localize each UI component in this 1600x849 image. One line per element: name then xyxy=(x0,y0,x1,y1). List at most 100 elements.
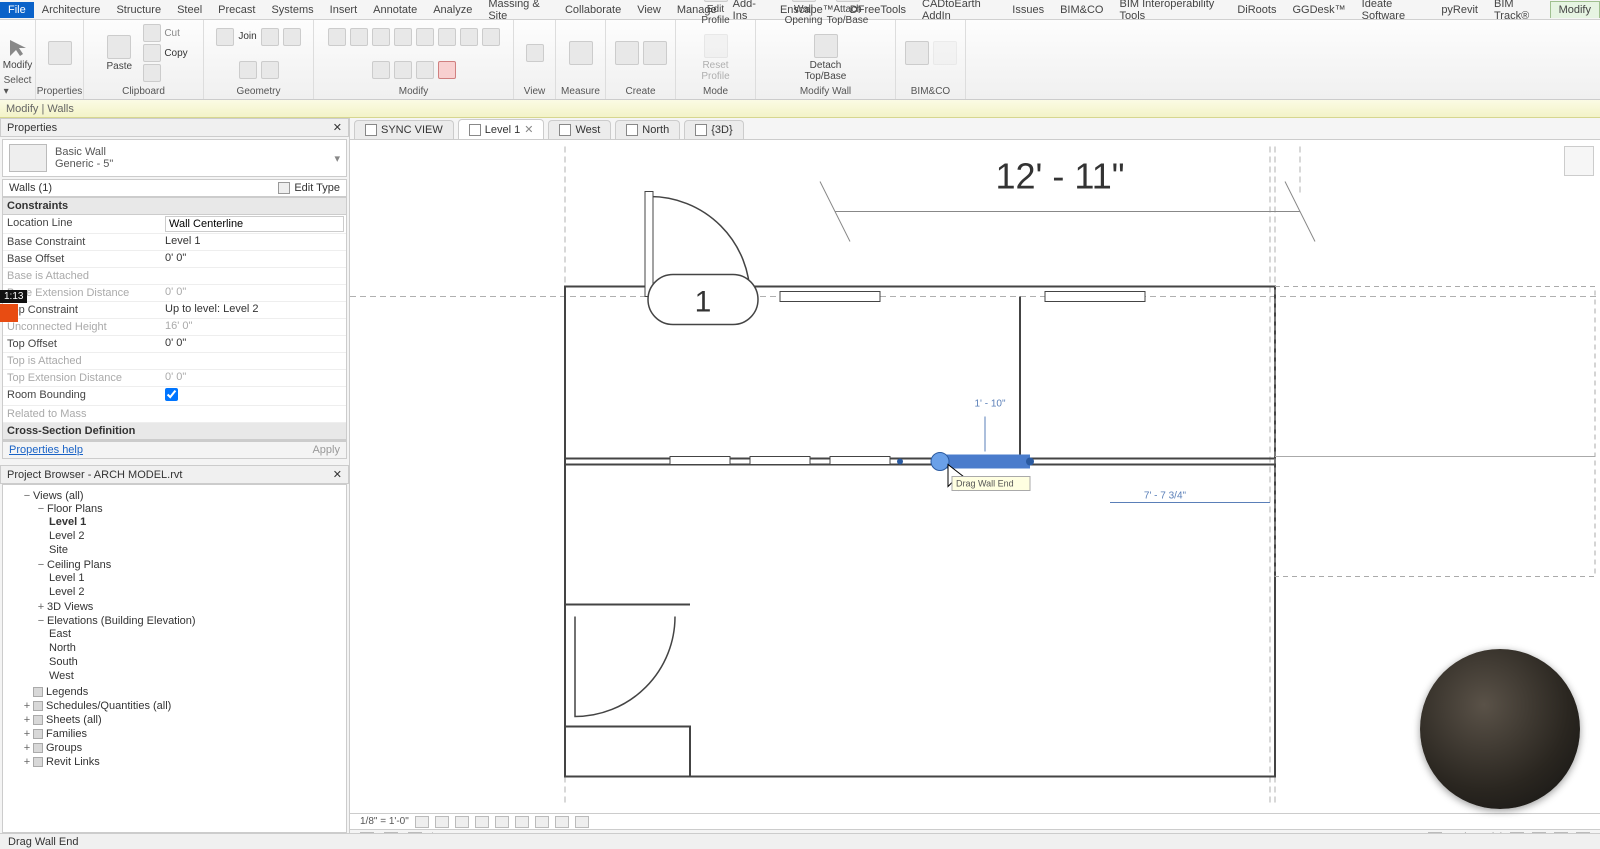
tab-collaborate[interactable]: Collaborate xyxy=(557,2,629,18)
tab-structure[interactable]: Structure xyxy=(108,2,169,18)
tab-systems[interactable]: Systems xyxy=(263,2,321,18)
base-offset-value[interactable]: 0' 0" xyxy=(163,251,346,267)
tree-revit-links[interactable]: Revit Links xyxy=(46,756,100,768)
tab-analyze[interactable]: Analyze xyxy=(425,2,480,18)
rotate-icon[interactable] xyxy=(350,28,368,46)
view-tab-3d[interactable]: {3D} xyxy=(684,120,743,139)
wall-end-grip-left[interactable] xyxy=(931,453,949,471)
project-browser-close-icon[interactable]: ✕ xyxy=(333,468,342,481)
tab-bimtrack[interactable]: BIM Track® xyxy=(1486,0,1550,24)
cut-icon[interactable] xyxy=(143,24,161,42)
tree-east[interactable]: East xyxy=(49,627,342,641)
tree-groups[interactable]: Groups xyxy=(46,742,82,754)
geom2-icon[interactable] xyxy=(283,28,301,46)
group-cross-section[interactable]: Cross-Section Definition xyxy=(3,423,346,440)
tab-precast[interactable]: Precast xyxy=(210,2,263,18)
tree-cp-level1[interactable]: Level 1 xyxy=(49,571,342,585)
mirror-icon[interactable] xyxy=(372,28,390,46)
tab-steel[interactable]: Steel xyxy=(169,2,210,18)
shadows-icon[interactable] xyxy=(475,816,489,828)
navigation-cube[interactable] xyxy=(1564,146,1594,176)
geom1-icon[interactable] xyxy=(261,28,279,46)
tree-elevations[interactable]: Elevations (Building Elevation) xyxy=(47,615,196,627)
tree-south[interactable]: South xyxy=(49,655,342,669)
tab-diroots[interactable]: DiRoots xyxy=(1229,2,1284,18)
align-icon[interactable] xyxy=(482,28,500,46)
properties-close-icon[interactable]: ✕ xyxy=(333,121,342,134)
temp-dim-right[interactable]: 7' - 7 3/4" xyxy=(1144,491,1187,502)
tree-floor-plans[interactable]: Floor Plans xyxy=(47,503,103,515)
tree-level1[interactable]: Level 1 xyxy=(49,515,342,529)
view-tab-west[interactable]: West xyxy=(548,120,611,139)
tree-schedules[interactable]: Schedules/Quantities (all) xyxy=(46,700,171,712)
tree-views-all[interactable]: Views (all) xyxy=(33,490,84,502)
array-icon[interactable] xyxy=(460,28,478,46)
tree-families[interactable]: Families xyxy=(46,728,87,740)
tab-issues[interactable]: Issues xyxy=(1004,2,1052,18)
detach-topbase-button[interactable]: Detach Top/Base xyxy=(806,32,846,84)
move-icon[interactable] xyxy=(328,28,346,46)
modify-tool-button[interactable]: Modify xyxy=(0,36,38,73)
group-constraints[interactable]: Constraints xyxy=(3,198,346,215)
geom4-icon[interactable] xyxy=(261,61,279,79)
detail-level-icon[interactable] xyxy=(415,816,429,828)
delete-icon[interactable] xyxy=(438,61,456,79)
tree-ceiling-plans[interactable]: Ceiling Plans xyxy=(47,559,111,571)
project-browser-tree[interactable]: −Views (all) −Floor Plans Level 1 Level … xyxy=(2,484,347,833)
tree-level2[interactable]: Level 2 xyxy=(49,529,342,543)
visual-style-icon[interactable] xyxy=(435,816,449,828)
selection-count[interactable]: Walls (1) xyxy=(9,182,52,194)
chevron-down-icon[interactable]: ▾ xyxy=(334,152,340,165)
tab-bimco[interactable]: BIM&CO xyxy=(1052,2,1111,18)
tree-west[interactable]: West xyxy=(49,669,342,683)
trim-icon[interactable] xyxy=(416,28,434,46)
tree-legends[interactable]: Legends xyxy=(46,686,88,698)
offset-icon[interactable] xyxy=(372,61,390,79)
tab-ideate[interactable]: Ideate Software xyxy=(1354,0,1434,24)
tree-sheets[interactable]: Sheets (all) xyxy=(46,714,102,726)
sun-path-icon[interactable] xyxy=(455,816,469,828)
tab-pyrevit[interactable]: pyRevit xyxy=(1433,2,1486,18)
tab-ggdesk[interactable]: GGDesk™ xyxy=(1284,2,1353,18)
view-scale[interactable]: 1/8" = 1'-0" xyxy=(360,816,409,827)
tree-3d-views[interactable]: 3D Views xyxy=(47,601,93,613)
bimco-icon[interactable] xyxy=(905,41,929,65)
worksharing-icon[interactable] xyxy=(575,816,589,828)
scale-icon[interactable] xyxy=(394,28,412,46)
geom3-icon[interactable] xyxy=(239,61,257,79)
crop-icon[interactable] xyxy=(495,816,509,828)
tree-cp-level2[interactable]: Level 2 xyxy=(49,585,342,599)
type-selector[interactable]: Basic Wall Generic - 5" ▾ xyxy=(2,139,347,177)
split-icon[interactable] xyxy=(438,28,456,46)
cope-icon[interactable] xyxy=(216,28,234,46)
edit-type-button[interactable]: Edit Type xyxy=(278,182,340,194)
view-tab-north[interactable]: North xyxy=(615,120,680,139)
tab-insert[interactable]: Insert xyxy=(322,2,366,18)
attach-topbase-button[interactable]: Attach Top/Base xyxy=(828,0,868,28)
tab-bimit[interactable]: BIM Interoperability Tools xyxy=(1111,0,1229,24)
wall-opening-button[interactable]: Wall Opening xyxy=(784,0,824,28)
matchtype-icon[interactable] xyxy=(143,64,161,82)
top-offset-value[interactable]: 0' 0" xyxy=(163,336,346,352)
view-tab-sync[interactable]: SYNC VIEW xyxy=(354,120,454,139)
wall-end-grip-right[interactable] xyxy=(1026,458,1034,466)
drawing-canvas[interactable]: 12' - 11" 1 Drag Wall End 1' - 10" 7' - … xyxy=(350,140,1600,813)
create-icon[interactable] xyxy=(615,41,639,65)
view-icon[interactable] xyxy=(526,44,544,62)
copy-icon[interactable] xyxy=(143,44,161,62)
selected-wall[interactable] xyxy=(940,455,1030,469)
properties-help-link[interactable]: Properties help xyxy=(9,444,83,456)
tab-view[interactable]: View xyxy=(629,2,669,18)
copy2-icon[interactable] xyxy=(394,61,412,79)
properties-icon[interactable] xyxy=(48,41,72,65)
tab-file[interactable]: File xyxy=(0,2,34,18)
tab-annotate[interactable]: Annotate xyxy=(365,2,425,18)
measure-icon[interactable] xyxy=(569,41,593,65)
apply-button[interactable]: Apply xyxy=(312,444,340,456)
create2-icon[interactable] xyxy=(643,41,667,65)
base-constraint-value[interactable]: Level 1 xyxy=(163,234,346,250)
wall-endpoint-marker[interactable] xyxy=(897,459,903,465)
view-tab-level1[interactable]: Level 1✕ xyxy=(458,119,545,139)
room-bounding-checkbox[interactable] xyxy=(165,388,178,401)
edit-profile-button[interactable]: Edit Profile xyxy=(696,0,736,28)
